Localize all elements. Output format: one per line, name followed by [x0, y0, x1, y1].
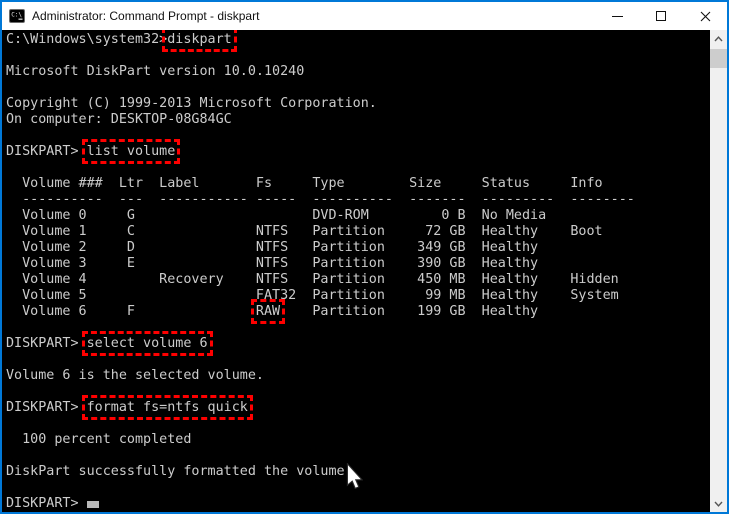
close-icon — [700, 11, 711, 22]
console-line: DISKPART> list volume — [6, 144, 710, 160]
console-line: DiskPart successfully formatted the volu… — [6, 464, 710, 480]
maximize-icon — [656, 11, 666, 21]
annotation-highlight-box: format fs=ntfs quick — [87, 400, 248, 415]
console-line — [6, 160, 710, 176]
console-line — [6, 416, 710, 432]
window-title: Administrator: Command Prompt - diskpart — [32, 9, 259, 23]
console-line: Volume ### Ltr Label Fs Type Size Status… — [6, 176, 710, 192]
console-line: DISKPART> select volume 6 — [6, 336, 710, 352]
text-cursor — [87, 501, 99, 508]
console-line: 100 percent completed — [6, 432, 710, 448]
svg-text:C:\: C:\ — [11, 12, 22, 19]
window-controls — [595, 2, 727, 30]
command-prompt-window: C:\ Administrator: Command Prompt - disk… — [0, 0, 729, 514]
close-button[interactable] — [683, 2, 727, 30]
console-line: DISKPART> — [6, 496, 710, 512]
minimize-button[interactable] — [595, 2, 639, 30]
scrollbar[interactable] — [710, 30, 727, 512]
annotation-highlight-box: diskpart — [167, 32, 232, 47]
console-line: Volume 2 D NTFS Partition 349 GB Healthy — [6, 240, 710, 256]
chevron-up-icon — [714, 36, 723, 42]
console-line: Volume 5 FAT32 Partition 99 MB Healthy S… — [6, 288, 710, 304]
console-line — [6, 320, 710, 336]
console-line: Volume 4 Recovery NTFS Partition 450 MB … — [6, 272, 710, 288]
console-line: Volume 6 F RAW Partition 199 GB Healthy — [6, 304, 710, 320]
scroll-up-button[interactable] — [710, 30, 727, 47]
window-body: C:\Windows\system32>diskpart Microsoft Di… — [2, 30, 727, 512]
console-line — [6, 352, 710, 368]
console-line: Copyright (C) 1999-2013 Microsoft Corpor… — [6, 96, 710, 112]
annotation-highlight-box: select volume 6 — [87, 336, 208, 351]
console-line: Volume 6 is the selected volume. — [6, 368, 710, 384]
console-line: Volume 3 E NTFS Partition 390 GB Healthy — [6, 256, 710, 272]
console-line: Volume 1 C NTFS Partition 72 GB Healthy … — [6, 224, 710, 240]
console-line — [6, 80, 710, 96]
scroll-down-button[interactable] — [710, 495, 727, 512]
console-line — [6, 48, 710, 64]
minimize-icon — [612, 16, 623, 17]
scrollbar-thumb[interactable] — [710, 49, 727, 68]
scrollbar-track[interactable] — [710, 47, 727, 495]
console-output[interactable]: C:\Windows\system32>diskpart Microsoft Di… — [2, 30, 710, 512]
console-line: Microsoft DiskPart version 10.0.10240 — [6, 64, 710, 80]
annotation-highlight-box: list volume — [87, 144, 176, 159]
console-line — [6, 448, 710, 464]
console-line: C:\Windows\system32>diskpart — [6, 32, 710, 48]
annotation-highlight-box: RAW — [256, 304, 280, 319]
console-line: DISKPART> format fs=ntfs quick — [6, 400, 710, 416]
chevron-down-icon — [714, 501, 723, 507]
cmd-icon[interactable]: C:\ — [9, 8, 25, 24]
console-line: Volume 0 G DVD-ROM 0 B No Media — [6, 208, 710, 224]
console-line — [6, 384, 710, 400]
console-line: ---------- --- ----------- ----- -------… — [6, 192, 710, 208]
console-line — [6, 480, 710, 496]
console-line — [6, 128, 710, 144]
title-bar[interactable]: C:\ Administrator: Command Prompt - disk… — [2, 2, 727, 30]
maximize-button[interactable] — [639, 2, 683, 30]
console-line: On computer: DESKTOP-08G84GC — [6, 112, 710, 128]
